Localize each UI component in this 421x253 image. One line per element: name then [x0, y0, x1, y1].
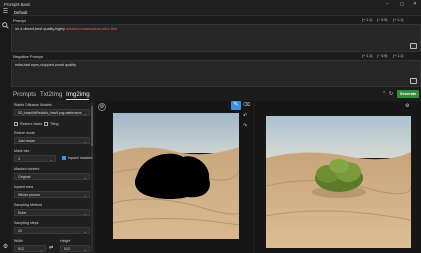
- sampling-steps-input[interactable]: 20 ⌄: [14, 227, 90, 234]
- settings-icon[interactable]: ⚙: [98, 103, 106, 111]
- tab-txt2img[interactable]: Txt2Img: [40, 91, 62, 98]
- settings-scroll-thumb[interactable]: [91, 106, 93, 146]
- neg-counter-1: (+ 1.1): [362, 54, 373, 58]
- masked-content-label: Masked content: [14, 167, 40, 171]
- sampling-steps-label: Sampling steps: [14, 221, 39, 225]
- masked-content-value: Original: [18, 175, 31, 179]
- close-button[interactable]: ✕: [413, 1, 417, 7]
- negative-prompt-text: nsfw,bad eyes,cropped,worst quality: [15, 63, 76, 67]
- masked-content-select[interactable]: Original ⌄: [14, 173, 90, 180]
- undo-icon[interactable]: ↶: [243, 113, 247, 119]
- inpaint-masked-checkbox[interactable]: [62, 156, 66, 160]
- tab-prompts[interactable]: Prompts: [13, 91, 36, 98]
- stepper-icon[interactable]: ⌄: [84, 229, 87, 234]
- copy-negative-prompt-icon[interactable]: [410, 78, 417, 84]
- model-select[interactable]: SD_beautifulRealistic_brav5.png.safetens…: [14, 109, 90, 116]
- width-input[interactable]: 512 ⌄: [14, 245, 46, 252]
- hamburger-menu-icon[interactable]: ☰: [2, 9, 9, 16]
- neg-counter-2: (− 0.9): [377, 54, 388, 58]
- sampling-method-select[interactable]: Euler ⌄: [14, 209, 90, 216]
- resize-mode-select[interactable]: Just resize ⌄: [14, 137, 90, 144]
- inpaint-area-value: Whole picture: [18, 193, 40, 197]
- preset-bar[interactable]: Default: [11, 9, 421, 16]
- generate-button[interactable]: Generate: [397, 90, 419, 98]
- refresh-icon[interactable]: ↻: [389, 91, 393, 97]
- prompt-input[interactable]: on a desert,best quality,highly detailed…: [11, 24, 421, 52]
- prompt-highlight-text: detailed,masterpiece,ultra-fine: [66, 27, 117, 31]
- sampling-method-label: Sampling Method: [14, 203, 42, 207]
- negative-prompt-title: Negative Prompt: [13, 54, 43, 59]
- negative-prompt-input[interactable]: nsfw,bad eyes,cropped,worst quality: [11, 60, 421, 87]
- sampling-steps-value: 20: [18, 229, 22, 233]
- sampling-method-value: Euler: [18, 211, 27, 215]
- prompt-title: Prompt: [13, 18, 26, 23]
- width-label: Width: [14, 239, 24, 243]
- mask-blur-input[interactable]: 4 ⌄: [14, 155, 56, 162]
- prompt-counter-3: (+ 1.1): [393, 18, 404, 22]
- swap-dimensions-icon[interactable]: ⇄: [49, 245, 53, 251]
- height-value: 512: [64, 247, 70, 251]
- prompt-counter-2: (− 0.9): [377, 18, 388, 22]
- title-bar: Prompts Bank – ▢ ✕: [0, 0, 421, 8]
- maximize-button[interactable]: ▢: [400, 1, 404, 7]
- brush-icon[interactable]: ✎: [231, 101, 241, 110]
- stepper-icon[interactable]: ⌄: [40, 247, 43, 252]
- active-tab-indicator: [66, 99, 89, 100]
- minimize-button[interactable]: –: [386, 1, 389, 6]
- window-title: Prompts Bank: [4, 1, 31, 7]
- height-input[interactable]: 512 ⌄: [60, 245, 90, 252]
- copy-prompt-icon[interactable]: [410, 43, 417, 49]
- height-label: Height: [60, 239, 71, 243]
- chevron-down-icon: ⌄: [83, 138, 87, 144]
- model-value: SD_beautifulRealistic_brav5.png.safetens…: [18, 111, 82, 115]
- resize-mode-label: Resize mode: [14, 131, 35, 135]
- inpaint-masked-label: Inpaint masked: [68, 156, 93, 160]
- neg-counter-3: (+ 1.1): [393, 54, 404, 58]
- chevron-down-icon: ⌄: [83, 174, 87, 180]
- preset-label: Default: [14, 10, 28, 15]
- stepper-icon[interactable]: ⌄: [50, 157, 53, 162]
- resize-mode-value: Just resize: [18, 139, 36, 143]
- prompt-text: on a desert,best quality,highly: [15, 27, 67, 31]
- model-label: Stable Diffusion Models: [14, 103, 52, 107]
- stepper-icon[interactable]: ⌄: [84, 247, 87, 252]
- eraser-icon[interactable]: ⌫: [243, 102, 250, 108]
- input-image[interactable]: [113, 113, 239, 239]
- mask-blur-label: Mask blur: [14, 149, 30, 153]
- prompt-counter-1: (+ 1.1): [362, 18, 373, 22]
- settings-gear-icon[interactable]: ⚙: [2, 244, 9, 251]
- inpaint-area-label: Inpaint area: [14, 185, 33, 189]
- left-rail: [0, 8, 11, 253]
- chevron-up-icon[interactable]: ⌃: [382, 91, 386, 97]
- inpaint-area-select[interactable]: Whole picture ⌄: [14, 191, 90, 198]
- tiling-label: Tiling: [50, 122, 59, 126]
- chevron-down-icon: ⌄: [83, 192, 87, 198]
- restore-faces-checkbox[interactable]: [14, 122, 18, 126]
- tiling-checkbox[interactable]: [44, 122, 48, 126]
- restore-faces-label: Restore faces: [20, 122, 43, 126]
- output-settings-icon[interactable]: ⚙: [405, 103, 409, 109]
- tab-img2img[interactable]: Img2img: [66, 91, 90, 98]
- search-icon[interactable]: [2, 22, 9, 29]
- mask-blur-value: 4: [18, 157, 20, 161]
- redo-icon[interactable]: ↷: [243, 123, 247, 129]
- width-value: 512: [18, 247, 24, 251]
- output-image[interactable]: [266, 116, 411, 248]
- chevron-down-icon: ⌄: [83, 110, 87, 116]
- chevron-down-icon: ⌄: [83, 210, 87, 216]
